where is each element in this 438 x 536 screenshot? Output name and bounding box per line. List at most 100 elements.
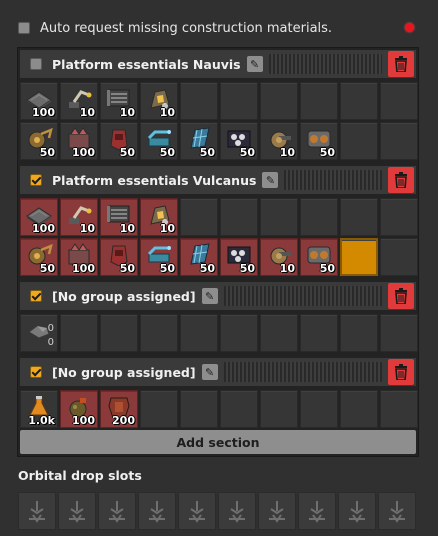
add-section-button[interactable]: Add section <box>20 430 416 454</box>
item-slot[interactable]: 50 <box>220 122 258 160</box>
empty-slot[interactable] <box>340 122 378 160</box>
empty-slot[interactable] <box>220 390 258 428</box>
drag-handle[interactable] <box>223 286 382 306</box>
empty-slot[interactable] <box>140 314 178 352</box>
empty-slot[interactable] <box>180 198 218 236</box>
empty-slot[interactable] <box>380 314 418 352</box>
section-header: [No group assigned] ✎ <box>20 358 416 386</box>
item-count: 50 <box>199 262 215 275</box>
item-slot[interactable]: 50 <box>100 122 138 160</box>
item-slot[interactable]: 10 <box>60 198 98 236</box>
item-slot[interactable] <box>340 238 378 276</box>
delete-section-button[interactable] <box>388 283 414 309</box>
empty-slot[interactable] <box>340 82 378 120</box>
delete-section-button[interactable] <box>388 51 414 77</box>
cargo-pod-icon <box>69 501 85 523</box>
delete-section-button[interactable] <box>388 359 414 385</box>
orbital-drop-slot[interactable] <box>258 492 296 530</box>
item-slot[interactable]: 50 <box>300 122 338 160</box>
empty-slot[interactable] <box>340 390 378 428</box>
cargo-pod-icon <box>229 501 245 523</box>
item-slot[interactable]: 100 <box>60 390 98 428</box>
item-slot[interactable]: 50 <box>220 238 258 276</box>
item-slot[interactable]: 00 <box>20 314 58 352</box>
item-count: 50 <box>159 146 175 159</box>
empty-slot[interactable] <box>380 238 418 276</box>
empty-slot[interactable] <box>220 82 258 120</box>
item-count: 50 <box>159 262 175 275</box>
orbital-drop-slot[interactable] <box>338 492 376 530</box>
empty-slot[interactable] <box>300 82 338 120</box>
section-active-checkbox[interactable] <box>30 290 42 302</box>
auto-request-row[interactable]: Auto request missing construction materi… <box>18 18 418 38</box>
item-slot[interactable]: 50 <box>20 122 58 160</box>
trash-icon <box>395 172 407 188</box>
orbital-drop-slot[interactable] <box>218 492 256 530</box>
item-slot[interactable]: 50 <box>140 122 178 160</box>
cargo-pod-icon <box>309 501 325 523</box>
edit-group-button[interactable]: ✎ <box>201 288 218 304</box>
empty-slot[interactable] <box>260 82 298 120</box>
orbital-drop-slot[interactable] <box>58 492 96 530</box>
item-slot[interactable]: 10 <box>260 122 298 160</box>
orbital-drop-slot[interactable] <box>298 492 336 530</box>
item-slot[interactable]: 50 <box>20 238 58 276</box>
item-slot[interactable]: 10 <box>60 82 98 120</box>
empty-slot[interactable] <box>260 198 298 236</box>
item-slot[interactable]: 50 <box>180 122 218 160</box>
item-slot[interactable]: 10 <box>140 82 178 120</box>
item-count: 50 <box>119 146 135 159</box>
item-slot[interactable]: 100 <box>20 198 58 236</box>
item-slot[interactable]: 100 <box>20 82 58 120</box>
edit-group-button[interactable]: ✎ <box>246 56 263 72</box>
item-slot[interactable]: 50 <box>180 238 218 276</box>
empty-slot[interactable] <box>180 390 218 428</box>
item-slot[interactable]: 50 <box>140 238 178 276</box>
empty-slot[interactable] <box>300 390 338 428</box>
empty-slot[interactable] <box>60 314 98 352</box>
item-slot[interactable]: 200 <box>100 390 138 428</box>
item-slot[interactable]: 10 <box>260 238 298 276</box>
empty-slot[interactable] <box>220 314 258 352</box>
empty-slot[interactable] <box>340 314 378 352</box>
edit-group-button[interactable]: ✎ <box>262 172 279 188</box>
item-slot[interactable]: 50 <box>300 238 338 276</box>
drag-handle[interactable] <box>223 362 382 382</box>
empty-slot[interactable] <box>260 390 298 428</box>
section-active-checkbox[interactable] <box>30 366 42 378</box>
drag-handle[interactable] <box>268 54 382 74</box>
item-slot[interactable]: 10 <box>140 198 178 236</box>
empty-slot[interactable] <box>100 314 138 352</box>
empty-slot[interactable] <box>260 314 298 352</box>
orbital-drop-slot[interactable] <box>378 492 416 530</box>
orbital-drop-slot[interactable] <box>138 492 176 530</box>
drag-handle[interactable] <box>284 170 382 190</box>
empty-slot[interactable] <box>300 314 338 352</box>
edit-group-button[interactable]: ✎ <box>201 364 218 380</box>
empty-slot[interactable] <box>380 198 418 236</box>
orbital-drop-slot[interactable] <box>18 492 56 530</box>
item-count: 100 <box>32 222 55 235</box>
delete-section-button[interactable] <box>388 167 414 193</box>
empty-slot[interactable] <box>180 314 218 352</box>
section-active-checkbox[interactable] <box>30 58 42 70</box>
item-slot[interactable]: 10 <box>100 198 138 236</box>
orbital-drop-slot[interactable] <box>178 492 216 530</box>
empty-slot[interactable] <box>220 198 258 236</box>
empty-slot[interactable] <box>380 390 418 428</box>
empty-slot[interactable] <box>340 198 378 236</box>
empty-slot[interactable] <box>140 390 178 428</box>
item-slot[interactable]: 50 <box>100 238 138 276</box>
empty-slot[interactable] <box>380 122 418 160</box>
item-slot[interactable]: 100 <box>60 238 98 276</box>
section-active-checkbox[interactable] <box>30 174 42 186</box>
empty-slot[interactable] <box>180 82 218 120</box>
empty-slot[interactable] <box>380 82 418 120</box>
section-title: Platform essentials Nauvis <box>52 56 241 72</box>
item-slot[interactable]: 100 <box>60 122 98 160</box>
item-slot[interactable]: 1.0k <box>20 390 58 428</box>
auto-request-checkbox[interactable] <box>18 22 30 34</box>
item-slot[interactable]: 10 <box>100 82 138 120</box>
empty-slot[interactable] <box>300 198 338 236</box>
orbital-drop-slot[interactable] <box>98 492 136 530</box>
